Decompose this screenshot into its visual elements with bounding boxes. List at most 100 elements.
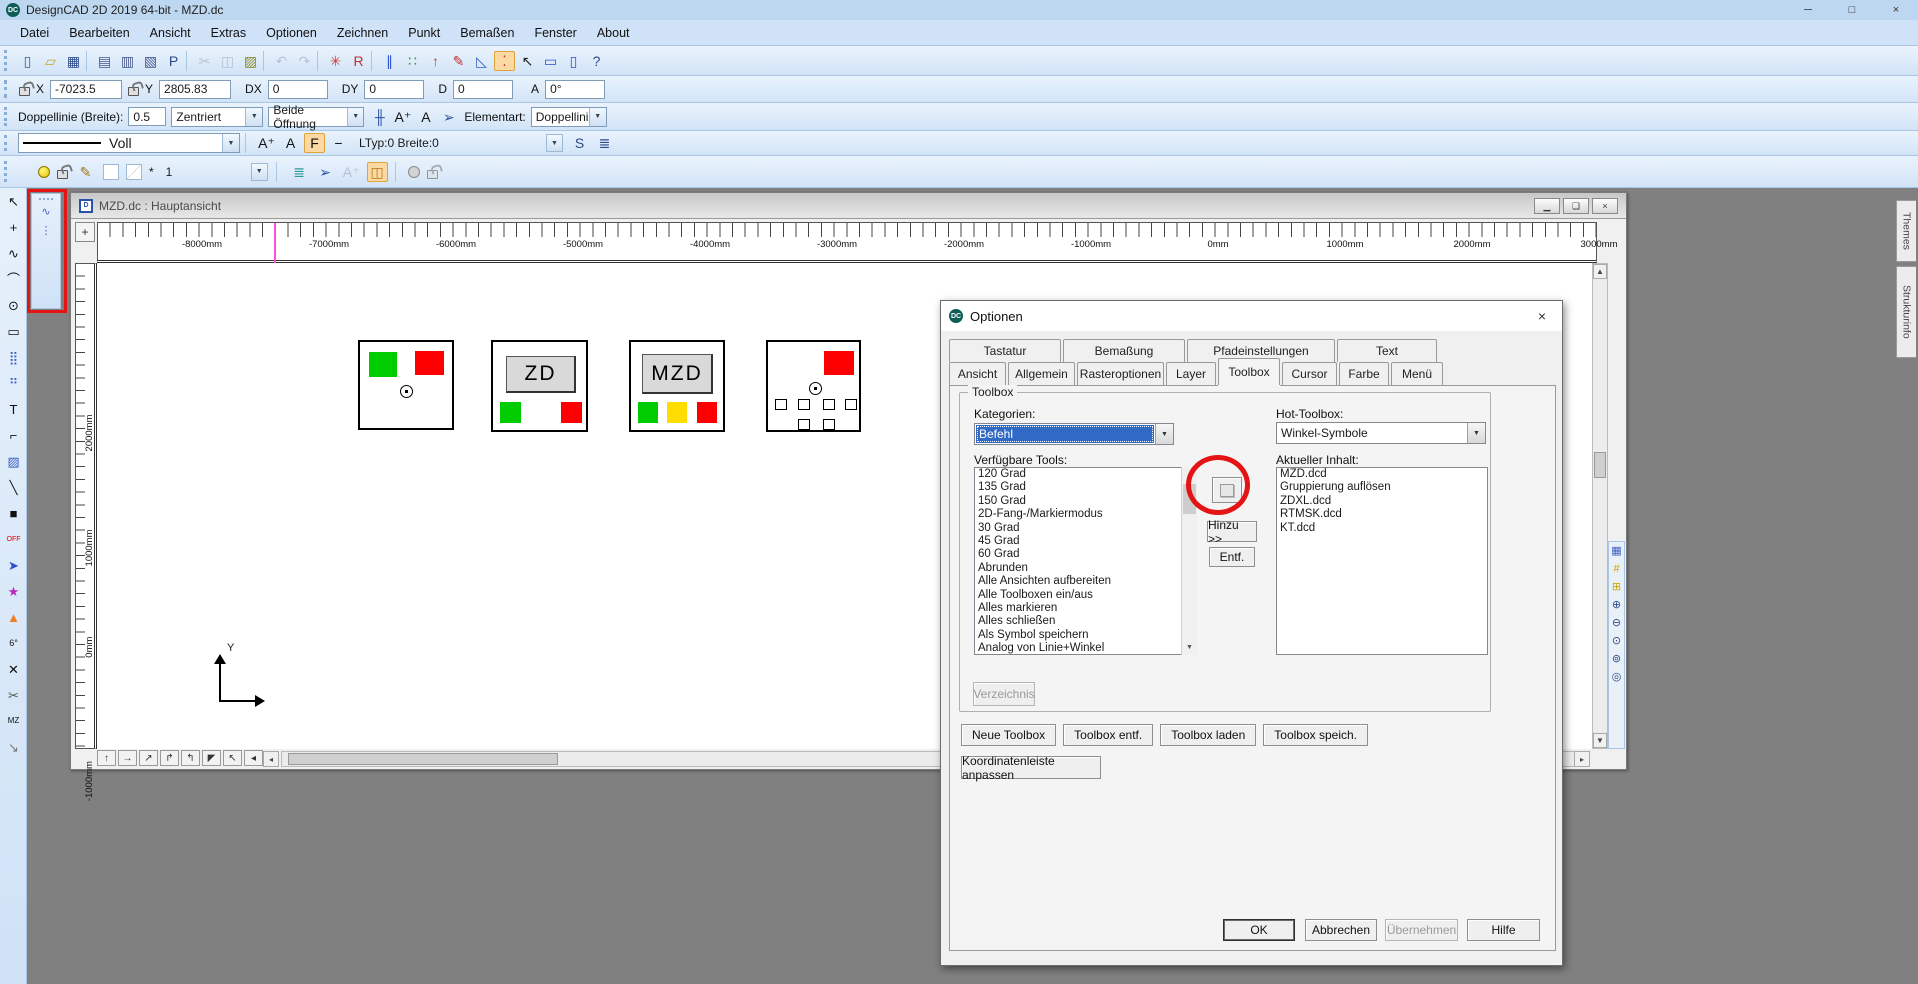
help-button[interactable]: Hilfe — [1467, 919, 1540, 941]
snap-hash-icon[interactable]: # — [1609, 562, 1624, 577]
layer-copy-icon[interactable]: ◫ — [367, 162, 388, 182]
cut-icon[interactable]: ✂ — [194, 51, 215, 71]
available-tools-listbox[interactable]: 120 Grad135 Grad150 Grad2D-Fang-/Markier… — [974, 467, 1197, 655]
separator[interactable] — [86, 51, 92, 71]
ok-button[interactable]: OK — [1223, 919, 1295, 941]
list-item[interactable]: KT.dcd — [1277, 522, 1487, 535]
tab[interactable]: Allgemein — [1008, 362, 1075, 385]
menu-item[interactable]: Fenster — [524, 23, 586, 43]
point-array-icon[interactable]: ⠛ — [1, 370, 26, 396]
list-item[interactable]: MZD.dcd — [1277, 468, 1487, 481]
nav-corner-icon[interactable]: ◤ — [202, 750, 221, 766]
directory-button[interactable]: Verzeichnis — [973, 682, 1035, 706]
toolbox-action-button[interactable]: Neue Toolbox — [961, 724, 1056, 746]
close-button[interactable]: × — [1874, 0, 1918, 20]
tab[interactable]: Text — [1337, 339, 1437, 362]
layer-lock-icon[interactable] — [57, 170, 68, 179]
minus-icon[interactable]: − — [328, 133, 349, 153]
spline-icon[interactable]: S — [569, 133, 590, 153]
list-item[interactable]: 120 Grad — [975, 468, 1196, 481]
selection-arrow-icon[interactable]: ↖ — [517, 51, 538, 71]
d-input[interactable]: 0 — [453, 80, 513, 99]
layer-edit-icon[interactable]: ✎ — [75, 162, 96, 182]
set-square-icon[interactable]: ◺ — [471, 51, 492, 71]
menu-item[interactable]: Punkt — [398, 23, 450, 43]
layer-color-swatch[interactable] — [103, 164, 119, 180]
maximize-button[interactable]: □ — [1830, 0, 1874, 20]
nav-turn-left-icon[interactable]: ↰ — [181, 750, 200, 766]
offset-tool-icon[interactable]: ⌐ — [1, 422, 26, 448]
list-item[interactable]: ZDXL.dcd — [1277, 495, 1487, 508]
structure-info-side-tab[interactable]: Strukturinfo — [1896, 266, 1916, 358]
list-item[interactable]: Abrunden — [975, 562, 1196, 575]
paste-icon[interactable]: ▨ — [240, 51, 261, 71]
resize-tool-icon[interactable]: ↘ — [1, 734, 26, 760]
toolbar-grip[interactable] — [4, 80, 10, 98]
current-content-listbox[interactable]: MZD.dcdGruppierung auflösenZDXL.dcdRTMSK… — [1276, 467, 1488, 655]
menu-item[interactable]: Optionen — [256, 23, 327, 43]
scroll-down-icon[interactable]: ▼ — [1182, 640, 1197, 655]
list-item[interactable]: 150 Grad — [975, 495, 1196, 508]
child-close-button[interactable]: × — [1592, 198, 1618, 214]
move-tool-icon[interactable]: + — [1, 214, 26, 240]
list-item[interactable]: Alles markieren — [975, 602, 1196, 615]
minimize-button[interactable]: ─ — [1786, 0, 1830, 20]
point-select-icon[interactable]: ⁚ — [494, 51, 515, 71]
coordinate-bar-button[interactable]: Koordinatenleiste anpassen — [961, 756, 1101, 779]
snap-grid-icon[interactable]: ∷ — [402, 51, 423, 71]
menu-item[interactable]: Ansicht — [140, 23, 201, 43]
mz-tool-icon[interactable]: MZ — [1, 708, 26, 734]
y-input[interactable]: 2805.83 — [159, 80, 231, 99]
layer-stack-icon[interactable]: ≣ — [289, 162, 310, 182]
curve-tool-icon[interactable]: ∿ — [1, 240, 26, 266]
tab[interactable]: Bemaßung — [1063, 339, 1185, 362]
apply-attributes-icon[interactable]: ➢ — [438, 107, 459, 127]
separator[interactable] — [263, 51, 269, 71]
text-tool-icon[interactable]: T — [1, 396, 26, 422]
nav-right-icon[interactable]: → — [118, 750, 137, 766]
grid-toggle-icon[interactable]: ▦ — [1609, 544, 1624, 559]
dy-input[interactable]: 0 — [364, 80, 424, 99]
a-input[interactable]: 0° — [545, 80, 605, 99]
list-item[interactable]: RTMSK.dcd — [1277, 508, 1487, 521]
scrollbar-thumb[interactable] — [288, 753, 558, 765]
context-help-icon[interactable]: ? — [586, 51, 607, 71]
rectangle-tool-icon[interactable]: ▭ — [1, 318, 26, 344]
nav-diag-icon[interactable]: ↗ — [139, 750, 158, 766]
undo-icon[interactable]: ↶ — [271, 51, 292, 71]
list-item[interactable]: Alle Toolboxen ein/aus — [975, 589, 1196, 602]
hot-toolbox-select[interactable]: Winkel-Symbole ▼ — [1276, 422, 1486, 444]
menu-item[interactable]: Extras — [201, 23, 256, 43]
list-item[interactable]: Alle Ansichten aufbereiten — [975, 575, 1196, 588]
angle-tool-icon[interactable]: 6° — [1, 630, 26, 656]
zoom-extents-icon[interactable]: ⊚ — [1609, 652, 1624, 667]
remove-button[interactable]: Entf. — [1209, 547, 1255, 567]
y-lock-icon[interactable] — [128, 87, 139, 96]
double-line-icon[interactable]: ∥ — [379, 51, 400, 71]
arc-tool-icon[interactable]: ⌒ — [1, 266, 26, 292]
fill-toggle-icon[interactable]: F — [304, 133, 325, 153]
x-lock-icon[interactable] — [19, 87, 30, 96]
pointer-tool-icon[interactable]: ➤ — [1, 552, 26, 578]
circle-tool-icon[interactable]: ⊙ — [1, 292, 26, 318]
all-layers-visible-icon[interactable] — [408, 166, 420, 178]
plot-icon[interactable]: P — [163, 51, 184, 71]
menu-item[interactable]: Bearbeiten — [59, 23, 139, 43]
layer-text-icon[interactable]: A⁺ — [341, 162, 362, 182]
tab[interactable]: Farbe — [1339, 362, 1389, 385]
zoom-previous-icon[interactable]: ◎ — [1609, 670, 1624, 685]
redo-icon[interactable]: ↷ — [294, 51, 315, 71]
layer-assign-icon[interactable]: ➢ — [315, 162, 336, 182]
tab[interactable]: Cursor — [1282, 362, 1337, 385]
align-select[interactable]: Zentriert ▼ — [171, 107, 263, 127]
layer-visible-icon[interactable] — [38, 166, 50, 178]
open-icon[interactable]: ▱ — [40, 51, 61, 71]
tab[interactable]: Menü — [1391, 362, 1443, 385]
toolbar-grip[interactable] — [4, 50, 10, 70]
dx-input[interactable]: 0 — [268, 80, 328, 99]
sketch-icon[interactable]: ✎ — [448, 51, 469, 71]
save-icon[interactable]: ▦ — [63, 51, 84, 71]
line-tool-icon[interactable]: ╲ — [1, 474, 26, 500]
cancel-button[interactable]: Abbrechen — [1305, 919, 1377, 941]
child-restore-button[interactable]: ❏ — [1563, 198, 1589, 214]
